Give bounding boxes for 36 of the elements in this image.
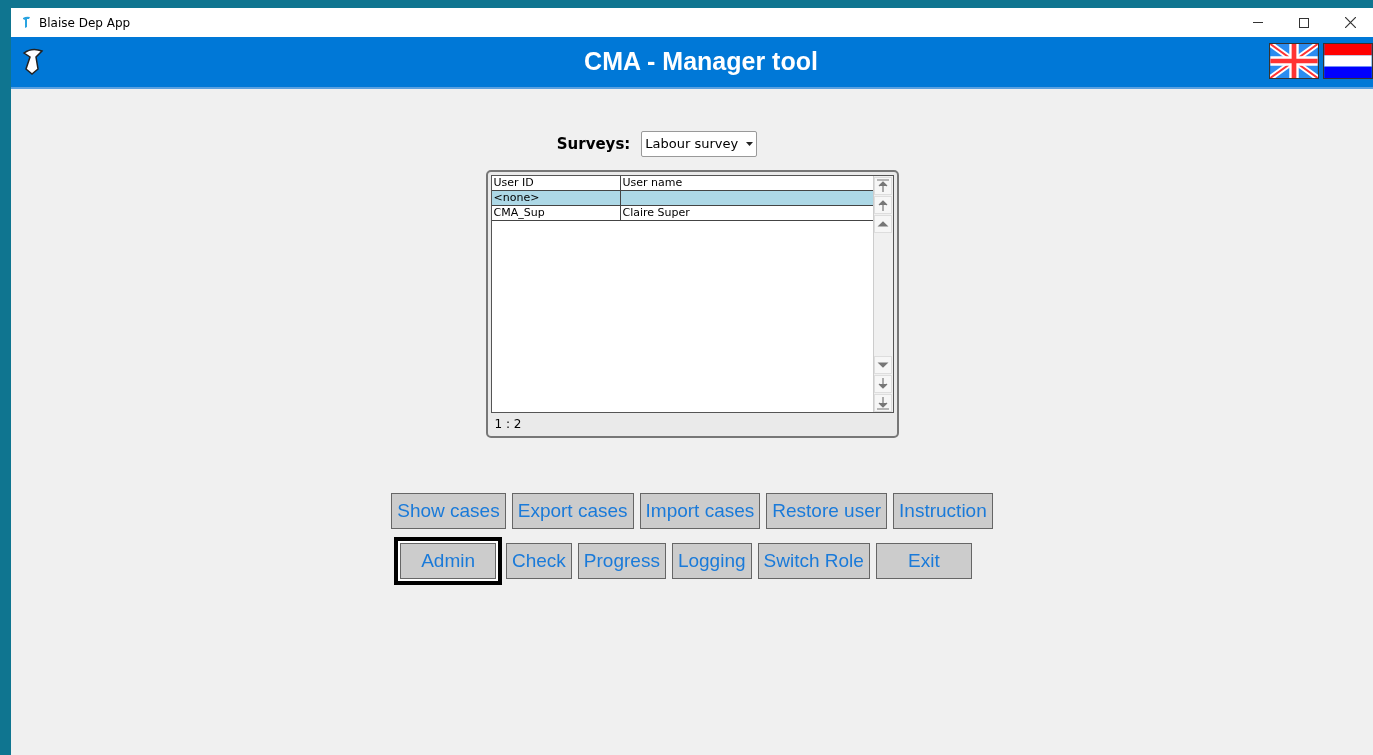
caret-icon — [746, 142, 754, 146]
maximize-icon[interactable] — [1299, 17, 1309, 28]
action-button[interactable]: Import cases — [639, 493, 761, 529]
surveys-label: Surveys: — [556, 133, 631, 155]
app-logo-icon — [22, 47, 44, 75]
page-up-icon[interactable] — [874, 196, 892, 214]
table-cell: <none> — [491, 191, 621, 205]
dutch-flag-button[interactable] — [1323, 43, 1373, 79]
scroll-up-icon[interactable] — [874, 215, 892, 233]
table-row[interactable]: CMA_Sup Claire Super — [491, 206, 873, 221]
action-button[interactable]: Exit — [875, 543, 972, 579]
scroll-down-icon[interactable] — [874, 356, 892, 374]
column-header[interactable]: User ID — [491, 176, 621, 190]
uk-flag-button[interactable] — [1269, 43, 1319, 79]
close-icon[interactable] — [1344, 17, 1356, 28]
action-button[interactable]: Restore user — [766, 493, 888, 529]
table-row[interactable]: <none> — [491, 191, 873, 206]
record-count: 1 : 2 — [494, 416, 523, 433]
action-button[interactable]: Logging — [671, 543, 752, 579]
action-button[interactable]: Export cases — [511, 493, 634, 529]
table-cell: CMA_Sup — [491, 206, 621, 220]
scroll-bar[interactable] — [872, 176, 893, 412]
table-cell-text: Claire Super — [621, 206, 691, 220]
survey-dropdown[interactable]: Labour survey — [641, 131, 758, 157]
app-logo-icon — [22, 16, 31, 29]
action-button[interactable]: Instruction — [893, 493, 993, 529]
action-button[interactable]: Check — [506, 543, 572, 579]
action-button[interactable]: Progress — [577, 543, 666, 579]
app-title: CMA - Manager tool — [584, 46, 818, 78]
column-header[interactable]: User name — [620, 176, 873, 190]
scroll-first-icon[interactable] — [874, 177, 892, 195]
scroll-last-icon[interactable] — [874, 394, 892, 412]
action-button[interactable]: Show cases — [391, 493, 506, 529]
page-down-icon[interactable] — [874, 375, 892, 393]
action-button[interactable]: Switch Role — [757, 543, 870, 579]
window-title: Blaise Dep App — [39, 14, 131, 32]
